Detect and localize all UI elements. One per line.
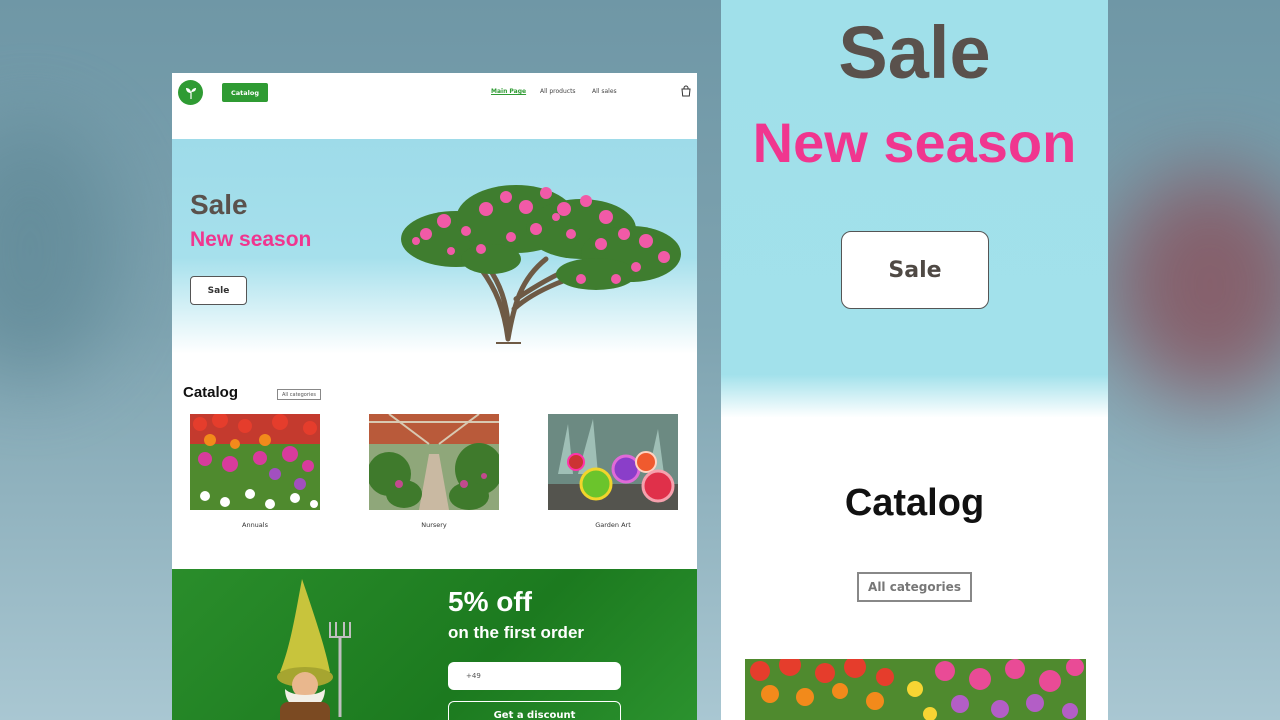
hero-banner: Sale New season Sale	[172, 139, 697, 354]
nav-all-sales[interactable]: All sales	[592, 88, 617, 95]
get-discount-button[interactable]: Get a discount	[448, 701, 621, 720]
discount-subline: on the first order	[448, 623, 585, 642]
category-card-garden-art[interactable]: Garden Art	[548, 414, 678, 529]
catalog-button[interactable]: Catalog	[222, 83, 268, 102]
nav-all-products[interactable]: All products	[540, 88, 576, 95]
hero-title: Sale	[190, 189, 248, 220]
garden-art-image	[548, 414, 678, 510]
annuals-image	[190, 414, 320, 510]
mobile-sale-button[interactable]: Sale	[841, 231, 989, 309]
mobile-hero-subtitle: New season	[752, 111, 1077, 174]
category-label: Garden Art	[595, 521, 631, 529]
shopping-bag-icon[interactable]	[680, 85, 692, 97]
mobile-hero-title: Sale	[838, 11, 991, 94]
category-card-nursery[interactable]: Nursery	[369, 414, 499, 529]
phone-input[interactable]	[448, 662, 621, 690]
leaf-logo-icon[interactable]	[178, 80, 203, 105]
backdrop-blob	[0, 120, 120, 380]
desktop-page-preview: Catalog Main Page All products All sales…	[172, 73, 697, 720]
mobile-annuals-image	[745, 659, 1086, 720]
catalog-section: Catalog All categories Annuals Nursery G…	[172, 354, 697, 568]
mobile-all-categories-button[interactable]: All categories	[857, 572, 972, 602]
hero-sale-button[interactable]: Sale	[190, 276, 247, 305]
mobile-catalog-title: Catalog	[844, 482, 985, 524]
category-label: Annuals	[242, 521, 268, 529]
site-header: Catalog Main Page All products All sales	[172, 73, 697, 139]
nav-main-page[interactable]: Main Page	[491, 88, 526, 95]
garden-gnome-image	[277, 579, 351, 720]
discount-headline: 5% off	[448, 586, 532, 617]
catalog-title: Catalog	[183, 384, 239, 401]
nursery-image	[369, 414, 499, 510]
hero-subtitle: New season	[190, 228, 312, 251]
category-card-annuals[interactable]: Annuals	[190, 414, 320, 529]
backdrop-blob	[1110, 170, 1280, 400]
flowering-tree-image	[401, 185, 681, 344]
discount-banner: 5% off on the first order Get a discount	[172, 569, 697, 720]
mobile-page-preview: Sale New season Sale Catalog All categor…	[721, 0, 1108, 720]
all-categories-button[interactable]: All categories	[277, 389, 321, 400]
category-label: Nursery	[421, 521, 447, 529]
